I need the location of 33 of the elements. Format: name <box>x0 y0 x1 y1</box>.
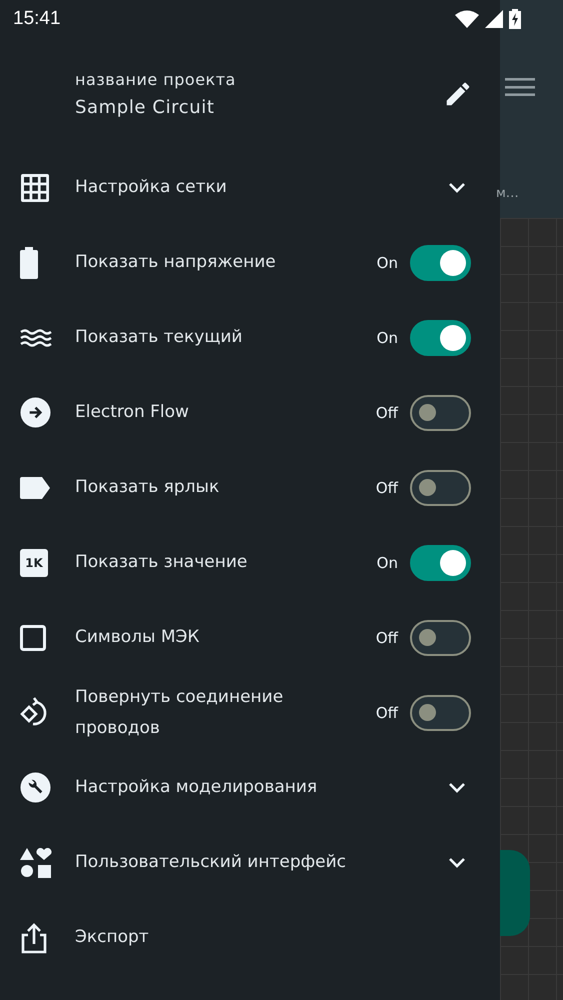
menu-label: Настройка сетки <box>75 176 228 199</box>
toggle-state-text: Off <box>376 404 398 422</box>
value-icon: 1K <box>20 548 48 576</box>
toggle-row[interactable]: Показать напряжение On <box>0 225 500 300</box>
menu-label: Показать значение <box>75 551 248 574</box>
status-time: 15:41 <box>13 8 61 30</box>
toggle-state-text: Off <box>376 704 398 722</box>
menu-label: Настройка моделирования <box>75 776 318 799</box>
toggle-state-text: Off <box>376 478 398 496</box>
toggle-row[interactable]: Показать ярлык Off <box>0 450 500 525</box>
toggle-state-text: On <box>376 328 398 346</box>
tool-label: м… <box>496 186 519 201</box>
menu-label: Повернуть соединение проводов <box>75 686 284 740</box>
toggle-row[interactable]: Повернуть соединение проводов Off <box>0 675 500 750</box>
toggle-state-text: On <box>376 554 398 572</box>
menu-item[interactable]: Настройка моделирования <box>0 750 500 825</box>
toggle-row[interactable]: Символы МЭК Off <box>0 600 500 675</box>
menu-label: Пользовательский интерфейс <box>75 851 348 874</box>
menu-label: Показать ярлык <box>75 476 220 499</box>
toggle-row[interactable]: 1K Показать значение On <box>0 525 500 600</box>
toggle-state-text: On <box>376 254 398 272</box>
menu-label: Electron Flow <box>75 401 190 424</box>
toggle-row[interactable]: Показать текущий On <box>0 300 500 375</box>
menu-label: Символы МЭК <box>75 626 200 649</box>
toggle-state-text: Off <box>376 628 398 646</box>
project-name-label: название проекта <box>75 70 237 88</box>
menu-label: Показать текущий <box>75 326 244 349</box>
toggle-row[interactable]: Electron Flow Off <box>0 375 500 450</box>
menu-label: Показать напряжение <box>75 251 277 274</box>
menu-label: Экспорт <box>75 926 150 949</box>
menu-item[interactable]: Экспорт <box>0 900 500 975</box>
menu-item[interactable]: Пользовательский интерфейс <box>0 825 500 900</box>
project-name: Sample Circuit <box>75 96 216 118</box>
